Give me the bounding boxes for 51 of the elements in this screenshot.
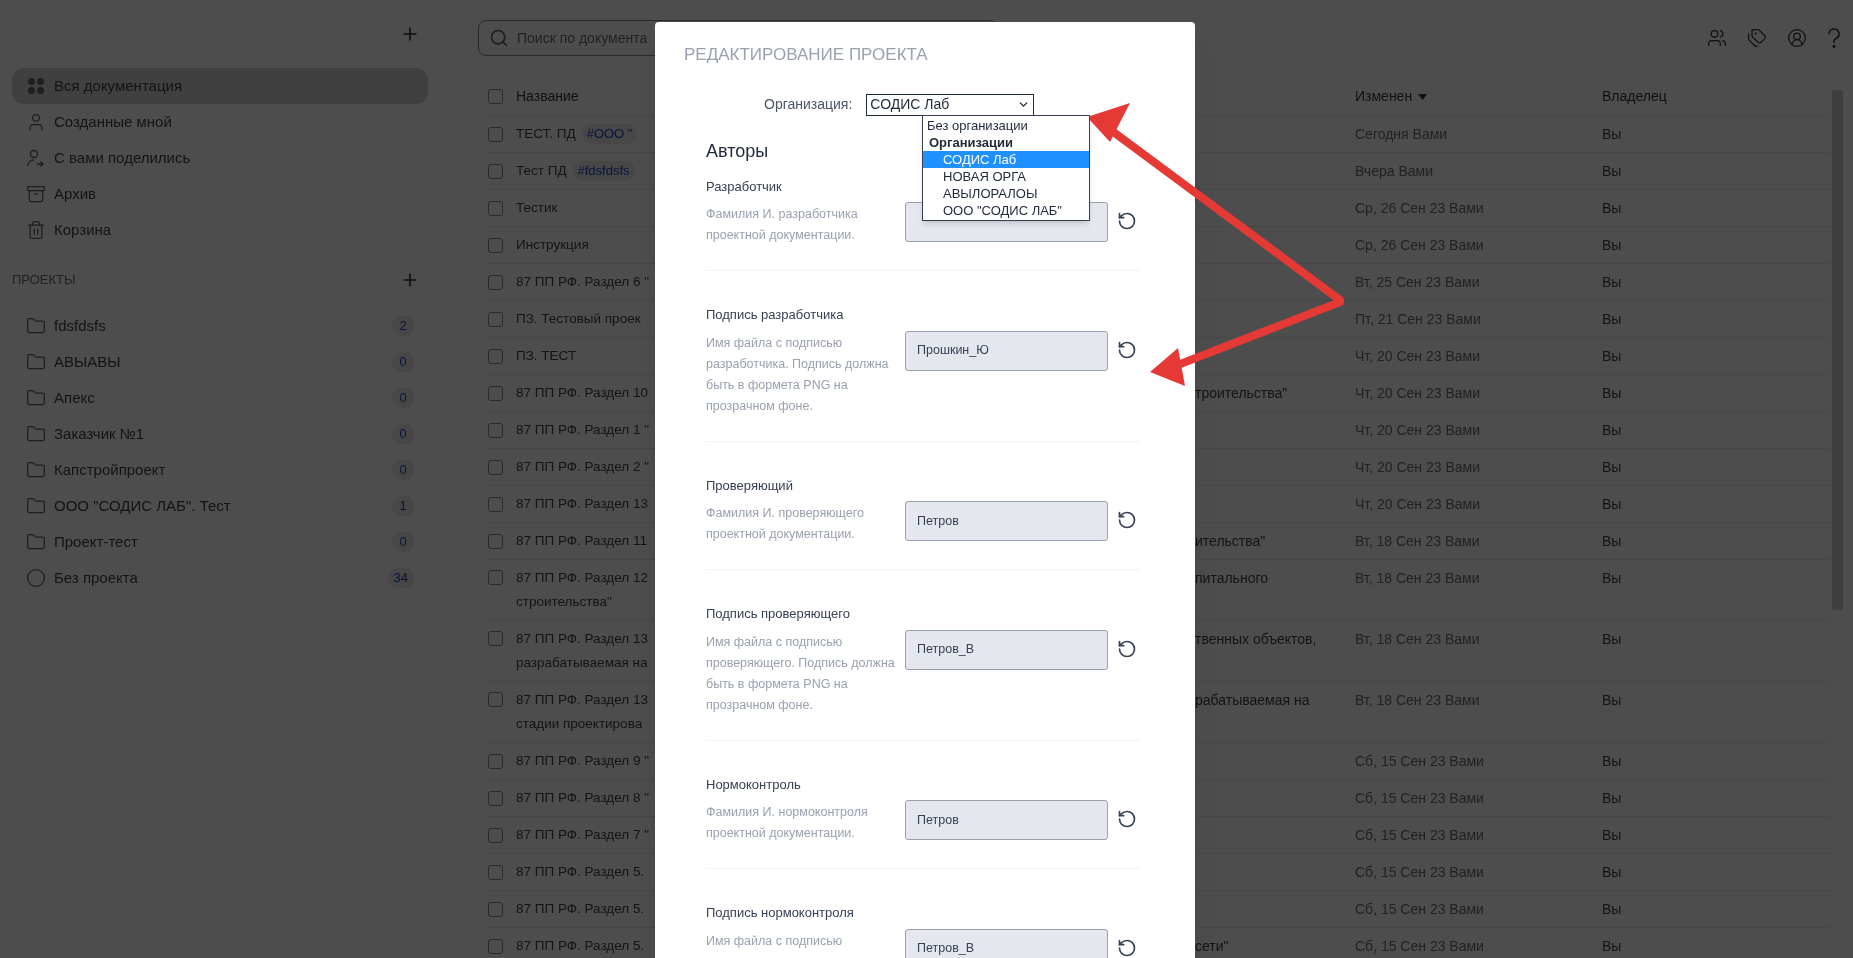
field-label: Проверяющий: [706, 476, 793, 495]
owner-cell-text: Вы: [1602, 124, 1622, 144]
table-cell: питального: [1195, 570, 1268, 586]
field-label: Разработчик: [706, 177, 782, 196]
owner-cell-text: Вы: [1602, 825, 1622, 845]
table-cell: троительства": [1195, 384, 1288, 401]
owner-cell-text: Вы: [1602, 235, 1622, 255]
field-label: Подпись проверяющего: [706, 605, 850, 623]
owner-cell-text: Вы: [1602, 198, 1622, 218]
owner-cell-text: Вы: [1602, 899, 1622, 919]
owner-cell-text: Вы: [1602, 272, 1622, 292]
field-label: Подпись нормоконтроля: [706, 904, 854, 922]
owner-cell-text: Вы: [1602, 936, 1622, 956]
table-cell: ительства": [1195, 532, 1266, 549]
table-cell: сети": [1195, 937, 1229, 954]
field-hint: Фамилия И. нормоконтроля проектной документации.: [706, 804, 869, 842]
owner-cell-text: Вы: [1602, 309, 1622, 329]
owner-cell-text: Вы: [1602, 494, 1622, 514]
count-badge: 0: [392, 352, 414, 372]
count-badge: 0: [392, 424, 414, 444]
owner-cell-text: Вы: [1602, 691, 1622, 710]
field-label: Нормоконтроль: [706, 775, 801, 794]
field-hint: Фамилия И. проверяющего проектной документации.: [706, 505, 865, 543]
owner-cell-text: Вы: [1602, 383, 1622, 403]
field-label: Подпись разработчика: [706, 306, 844, 324]
table-cell: твенных объектов,: [1195, 631, 1317, 647]
count-badge: 34: [387, 568, 414, 588]
count-badge: 0: [392, 460, 414, 480]
count-badge: 1: [392, 496, 414, 516]
count-badge: 0: [392, 532, 414, 552]
section-heading: Авторы: [706, 139, 769, 163]
field-hint: Имя файла с подписью разработчика. Подпись должна быть в формета PNG на прозрачном фоне.: [706, 334, 890, 415]
owner-cell-text: Вы: [1602, 161, 1622, 181]
field-hint: Имя файла с подписью проверяющего. Подпись должна быть в формета PNG на прозрачном фоне.: [706, 633, 896, 714]
field-hint: Имя файла с подписью: [706, 932, 844, 950]
owner-cell-text: Вы: [1602, 630, 1622, 649]
owner-cell-text: Вы: [1602, 862, 1622, 882]
owner-cell-text: Вы: [1602, 751, 1622, 771]
owner-cell-text: Вы: [1602, 420, 1622, 440]
field-label: Организация:: [764, 95, 853, 114]
field-hint: Фамилия И. разработчика проектной документации.: [706, 206, 859, 244]
owner-cell-text: Вы: [1602, 531, 1622, 551]
owner-cell-text: Вы: [1602, 788, 1622, 808]
table-cell: рабатываемая на: [1195, 692, 1310, 708]
count-badge: 0: [392, 388, 414, 408]
dialog-title: РЕДАКТИРОВАНИЕ ПРОЕКТА: [684, 44, 928, 66]
owner-cell-text: Вы: [1602, 569, 1622, 588]
owner-cell-text: Вы: [1602, 457, 1622, 477]
count-badge: 2: [392, 316, 414, 336]
owner-cell-text: Вы: [1602, 346, 1622, 366]
option-group-label: Организации: [928, 133, 1015, 151]
